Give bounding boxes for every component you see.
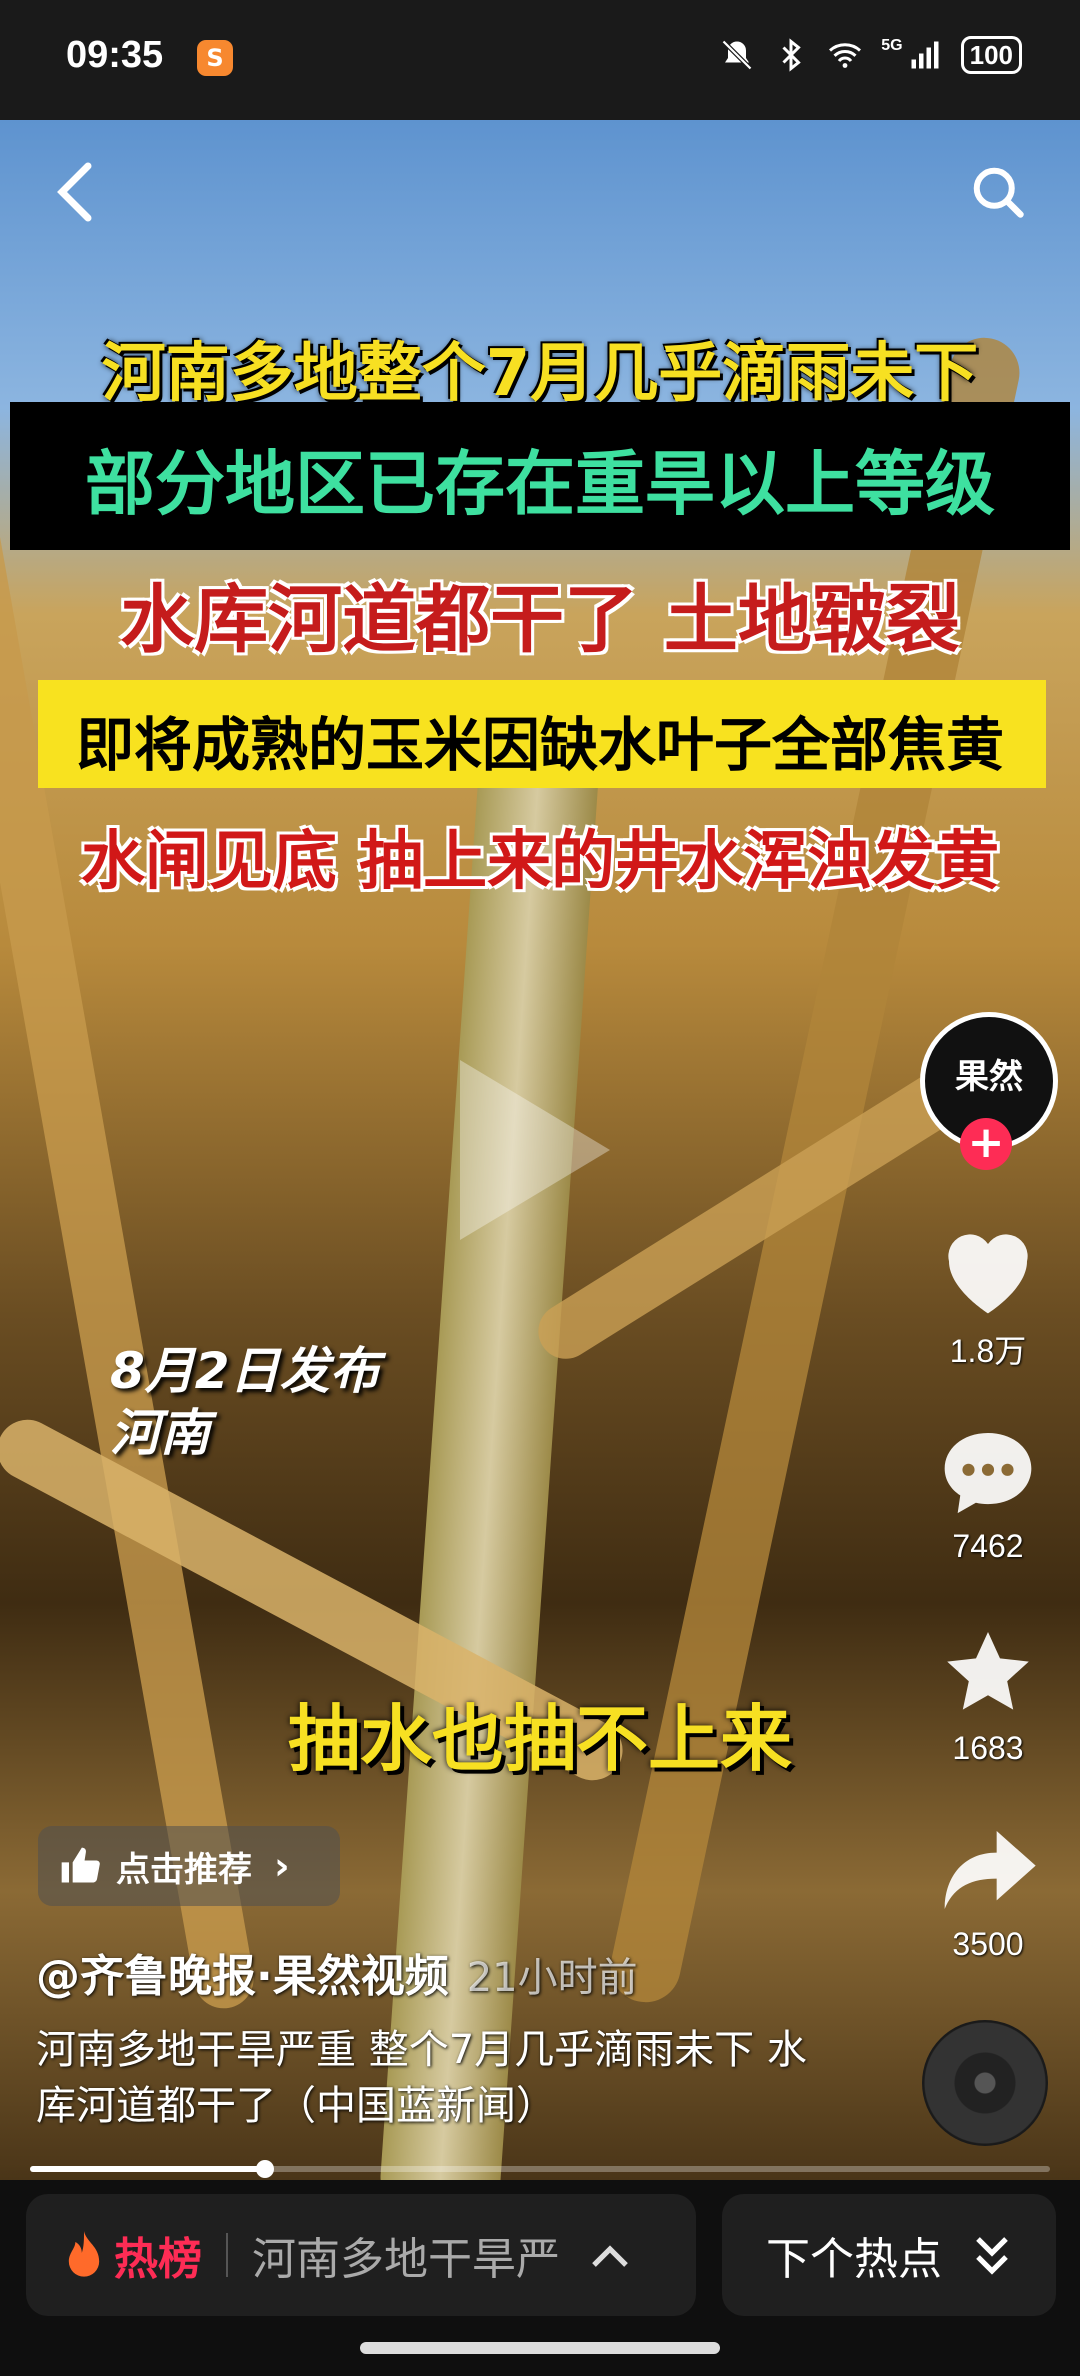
star-icon[interactable]	[936, 1624, 1040, 1720]
follow-button[interactable]: +	[960, 1118, 1012, 1170]
heart-icon[interactable]	[936, 1222, 1040, 1318]
author-line: @齐鲁晚报·果然视频 21小时前	[36, 1940, 638, 2004]
favorite-count: 1683	[952, 1730, 1024, 1766]
flame-icon	[68, 2231, 100, 2277]
recommend-button[interactable]: 点击推荐 ›	[38, 1826, 340, 1906]
location-stamp: 8月2日发布 河南	[110, 1340, 380, 1464]
author-name[interactable]: @齐鲁晚报·果然视频	[36, 1951, 449, 2002]
hot-list-label: 热榜	[114, 2234, 202, 2285]
double-chevron-down-icon	[976, 2237, 1008, 2275]
next-hot-label: 下个热点	[766, 2234, 942, 2285]
video-description[interactable]: 河南多地干旱严重 整个7月几乎滴雨未下 水库河道都干了（中国蓝新闻）	[36, 2022, 816, 2134]
recommend-label: 点击推荐	[116, 1849, 252, 1890]
hot-topic-text: 河南多地干旱严	[252, 2234, 560, 2285]
wifi-icon	[829, 43, 862, 68]
signal-icon	[911, 41, 939, 69]
publish-date: 8月2日发布	[110, 1342, 380, 1400]
thumbs-up-icon	[61, 1847, 100, 1883]
divider	[226, 2233, 228, 2277]
chevron-up-icon[interactable]	[590, 2239, 630, 2271]
network-type-label: 5G	[881, 37, 903, 54]
video-progress-bar[interactable]	[30, 2160, 1050, 2178]
battery-level: 100	[960, 36, 1022, 74]
status-icons: 5G 100	[719, 36, 1022, 74]
status-bar: 09:35 S 5G 100	[0, 0, 1080, 120]
post-time: 21小时前	[466, 1955, 638, 2001]
comment-count: 7462	[952, 1528, 1024, 1564]
chevron-right-icon: ›	[274, 1844, 290, 1888]
like-count: 1.8万	[949, 1333, 1027, 1369]
play-icon[interactable]	[460, 1060, 610, 1240]
app-notification-icon: S	[197, 40, 233, 76]
comment-icon[interactable]	[936, 1424, 1040, 1520]
status-time: 09:35	[66, 34, 164, 76]
video-caption-2: 部分地区已存在重旱以上等级	[85, 443, 995, 525]
hot-list-bar[interactable]: 热榜 河南多地干旱严	[26, 2194, 696, 2316]
share-count: 3500	[952, 1926, 1024, 1962]
bluetooth-icon	[782, 38, 802, 72]
search-icon[interactable]	[968, 162, 1028, 222]
next-hot-button[interactable]: 下个热点	[722, 2194, 1056, 2316]
publish-location: 河南	[110, 1404, 210, 1462]
music-disc-icon[interactable]	[922, 2020, 1048, 2146]
progress-fill	[30, 2166, 265, 2172]
video-caption-4: 即将成熟的玉米因缺水叶子全部焦黄	[75, 711, 1004, 779]
video-caption-1: 河南多地整个7月几乎滴雨未下	[101, 337, 979, 411]
video-caption-5: 水闸见底 抽上来的井水浑浊发黄	[80, 825, 1000, 899]
mute-bell-icon	[722, 39, 753, 71]
back-arrow-icon[interactable]	[52, 160, 100, 224]
home-indicator[interactable]	[360, 2342, 720, 2354]
video-caption-3: 水库河道都干了 土地皲裂	[120, 577, 960, 663]
share-icon[interactable]	[936, 1822, 1040, 1918]
progress-knob[interactable]	[255, 2160, 274, 2178]
